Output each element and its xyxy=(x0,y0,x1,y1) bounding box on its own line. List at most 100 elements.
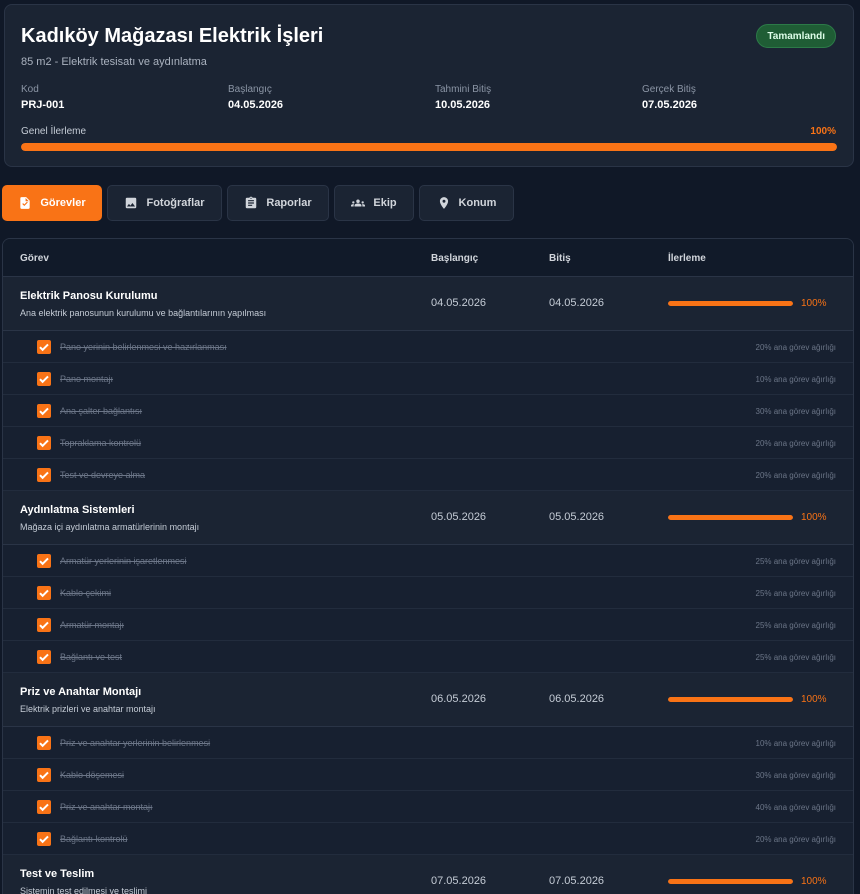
task-progress-percent: 100% xyxy=(801,298,827,309)
subtask-weight: 25% ana görev ağırlığı xyxy=(755,653,837,662)
meta-start-label: Başlangıç xyxy=(228,84,272,95)
task-table: Görev Başlangıç Bitiş İlerleme Elektrik … xyxy=(2,238,854,894)
task-description: Mağaza içi aydınlatma armatürlerinin mon… xyxy=(20,522,200,532)
meta-estimated-end: Tahmini Bitiş 10.05.2026 xyxy=(435,84,491,111)
meta-code-value: PRJ-001 xyxy=(21,99,65,111)
task-end-date: 07.05.2026 xyxy=(549,875,605,887)
location-pin-icon xyxy=(439,197,448,209)
subtask-checkbox[interactable] xyxy=(37,618,51,632)
subtask-row: Pano montajı 10% ana görev ağırlığı xyxy=(3,363,853,395)
checkmark-icon xyxy=(39,471,49,480)
subtask-name: Armatür yerlerinin işaretlenmesi xyxy=(60,556,187,566)
subtask-checkbox[interactable] xyxy=(37,650,51,664)
subtask-checkbox[interactable] xyxy=(37,768,51,782)
subtask-name: Bağlantı ve test xyxy=(60,652,123,662)
subtask-row: Priz ve anahtar montajı 40% ana görev ağı… xyxy=(3,791,853,823)
subtask-checkbox[interactable] xyxy=(37,468,51,482)
subtask-checkbox[interactable] xyxy=(37,404,51,418)
subtask-weight: 20% ana görev ağırlığı xyxy=(755,439,837,448)
people-icon xyxy=(351,199,366,207)
checkmark-icon xyxy=(39,621,49,630)
meta-start: Başlangıç 04.05.2026 xyxy=(228,84,283,111)
subtask-weight: 40% ana görev ağırlığı xyxy=(755,803,837,812)
task-name: Test ve Teslim xyxy=(20,868,95,880)
task-document-icon xyxy=(20,197,31,209)
subtask-weight: 30% ana görev ağırlığı xyxy=(755,407,837,416)
subtask-weight: 10% ana görev ağırlığı xyxy=(755,739,837,748)
subtask-row: Kablo çekimi 25% ana görev ağırlığı xyxy=(3,577,853,609)
tab-reports[interactable]: Raporlar xyxy=(227,185,329,221)
meta-start-value: 04.05.2026 xyxy=(228,99,284,111)
task-row[interactable]: Priz ve Anahtar Montajı Elektrik prizleri… xyxy=(3,673,853,727)
tab-team[interactable]: Ekip xyxy=(334,185,414,221)
subtask-checkbox[interactable] xyxy=(37,372,51,386)
meta-actual-end-label: Gerçek Bitiş xyxy=(642,84,696,95)
subtask-name: Bağlantı kontrolü xyxy=(60,834,128,844)
task-name: Priz ve Anahtar Montajı xyxy=(20,686,142,698)
tab-tasks[interactable]: Görevler xyxy=(2,185,102,221)
tab-location-label: Konum xyxy=(458,197,497,209)
tab-photos[interactable]: Fotoğraflar xyxy=(107,185,222,221)
clipboard-icon xyxy=(246,196,257,209)
meta-estimated-end-value: 10.05.2026 xyxy=(435,99,491,111)
subtask-weight: 25% ana görev ağırlığı xyxy=(755,589,837,598)
subtask-row: Armatür yerlerinin işaretlenmesi 25% ana … xyxy=(3,545,853,577)
overall-progress-fill xyxy=(21,143,837,151)
task-progress-bar xyxy=(668,301,793,306)
task-start-date: 05.05.2026 xyxy=(431,511,487,523)
tab-location[interactable]: Konum xyxy=(419,185,514,221)
overall-progress-bar xyxy=(21,143,837,151)
task-progress-bar xyxy=(668,515,793,520)
subtask-checkbox[interactable] xyxy=(37,832,51,846)
task-progress-fill xyxy=(668,301,793,306)
subtask-checkbox[interactable] xyxy=(37,554,51,568)
checkmark-icon xyxy=(39,739,49,748)
subtask-checkbox[interactable] xyxy=(37,436,51,450)
project-title: Kadıköy Mağazası Elektrik İşleri xyxy=(21,25,324,47)
subtask-name: Test ve devreye alma xyxy=(60,470,146,480)
meta-estimated-end-label: Tahmini Bitiş xyxy=(435,84,492,95)
subtask-name: Kablo döşemesi xyxy=(60,770,125,780)
subtask-checkbox[interactable] xyxy=(37,736,51,750)
subtask-name: Topraklama kontrolü xyxy=(60,438,142,448)
checkmark-icon xyxy=(39,589,49,598)
subtask-name: Armatür montajı xyxy=(60,620,125,630)
task-start-date: 06.05.2026 xyxy=(431,693,487,705)
subtask-weight: 25% ana görev ağırlığı xyxy=(755,557,837,566)
checkmark-icon xyxy=(39,803,49,812)
tab-tasks-label: Görevler xyxy=(40,197,86,209)
task-description: Sistemin test edilmesi ve teslimi xyxy=(20,886,148,894)
task-start-date: 04.05.2026 xyxy=(431,297,487,309)
subtask-name: Ana şalter bağlantısı xyxy=(60,406,143,416)
subtask-row: Bağlantı ve test 25% ana görev ağırlığı xyxy=(3,641,853,673)
subtask-weight: 30% ana görev ağırlığı xyxy=(755,771,837,780)
subtask-checkbox[interactable] xyxy=(37,800,51,814)
tab-team-label: Ekip xyxy=(373,197,397,209)
subtask-name: Priz ve anahtar yerlerinin belirlenmesi xyxy=(60,738,211,748)
checkmark-icon xyxy=(39,407,49,416)
subtask-checkbox[interactable] xyxy=(37,586,51,600)
subtask-row: Ana şalter bağlantısı 30% ana görev ağırl… xyxy=(3,395,853,427)
subtask-checkbox[interactable] xyxy=(37,340,51,354)
task-description: Ana elektrik panosunun kurulumu ve bağla… xyxy=(20,308,267,318)
task-row[interactable]: Aydınlatma Sistemleri Mağaza içi aydınlat… xyxy=(3,491,853,545)
task-progress-percent: 100% xyxy=(801,876,827,887)
task-row[interactable]: Elektrik Panosu Kurulumu Ana elektrik pan… xyxy=(3,277,853,331)
checkmark-icon xyxy=(39,557,49,566)
subtask-row: Armatür montajı 25% ana görev ağırlığı xyxy=(3,609,853,641)
task-progress-percent: 100% xyxy=(801,512,827,523)
subtask-weight: 20% ana görev ağırlığı xyxy=(755,471,837,480)
meta-code-label: Kod xyxy=(21,84,39,95)
task-progress-fill xyxy=(668,879,793,884)
subtask-row: Test ve devreye alma 20% ana görev ağırlı… xyxy=(3,459,853,491)
subtask-weight: 20% ana görev ağırlığı xyxy=(755,835,837,844)
task-row[interactable]: Test ve Teslim Sistemin test edilmesi ve … xyxy=(3,855,853,894)
subtask-weight: 10% ana görev ağırlığı xyxy=(755,375,837,384)
meta-actual-end-value: 07.05.2026 xyxy=(642,99,698,111)
subtask-weight: 25% ana görev ağırlığı xyxy=(755,621,837,630)
status-badge: Tamamlandı xyxy=(756,24,836,48)
tab-photos-label: Fotoğraflar xyxy=(146,197,205,209)
task-end-date: 05.05.2026 xyxy=(549,511,605,523)
subtask-row: Bağlantı kontrolü 20% ana görev ağırlığı xyxy=(3,823,853,855)
subtask-name: Pano yerinin belirlenmesi ve hazırlanmas… xyxy=(60,342,227,352)
